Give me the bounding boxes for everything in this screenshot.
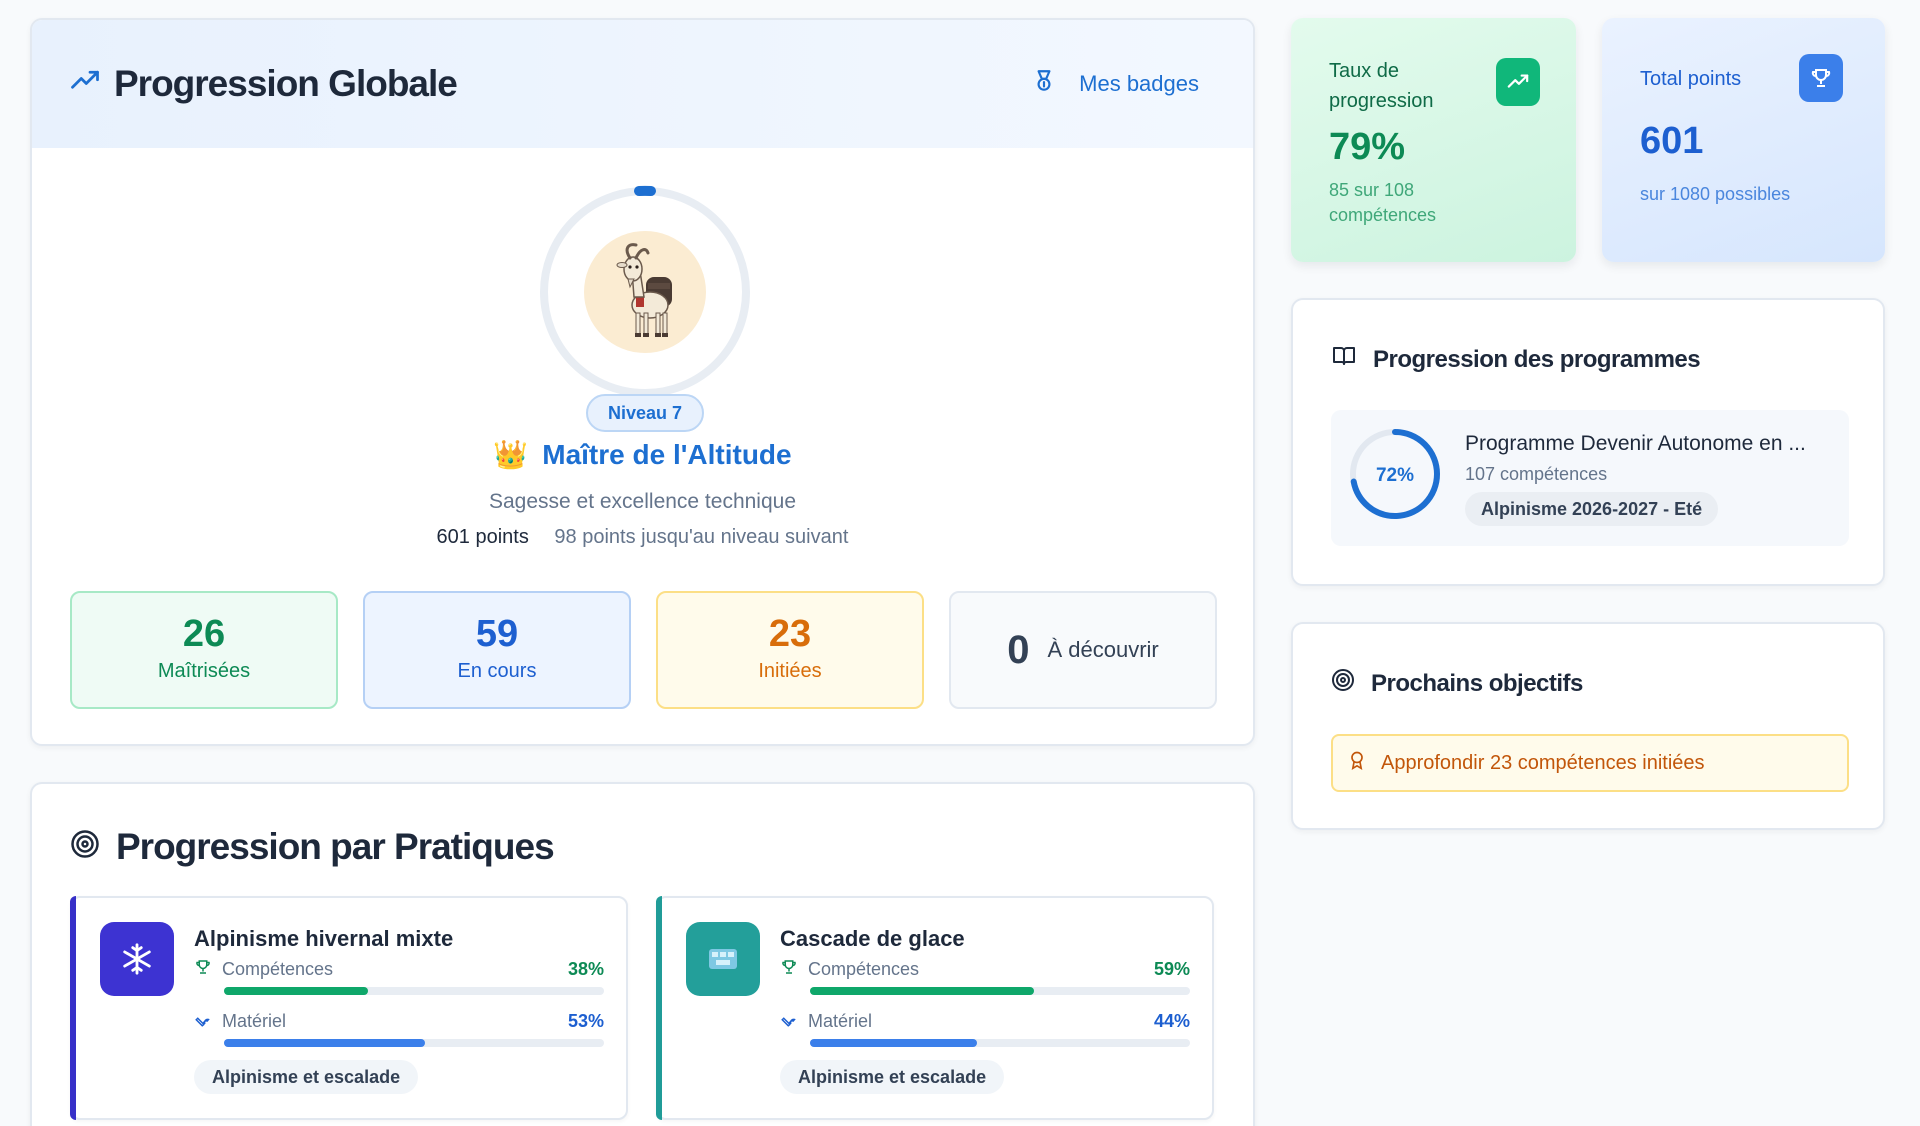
skills-metric: Compétences 38%: [194, 958, 604, 995]
global-progress-card: Progression Globale Mes badges Niveau 7 …: [30, 18, 1255, 746]
next-goals-title-text: Prochains objectifs: [1371, 669, 1583, 697]
equipment-label: Matériel: [222, 1011, 287, 1031]
wrench-icon: [194, 1010, 212, 1033]
equipment-percent: 53%: [567, 1011, 604, 1031]
trending-up-icon: [1496, 58, 1540, 106]
programs-progress-card: Progression des programmes 72% Programme…: [1291, 298, 1885, 586]
equipment-metric: Matériel 53%: [194, 1010, 604, 1047]
rank-subtitle: Sagesse et excellence technique: [488, 490, 797, 513]
progress-rate-detail: 85 sur 108 compétences: [1329, 180, 1437, 225]
stat-initiated-label: Initiées: [758, 660, 822, 682]
practice-category-tag: Alpinisme et escalade: [780, 1060, 1005, 1094]
skills-label: Compétences: [808, 959, 920, 979]
stat-to-discover-value: 0: [1007, 627, 1030, 672]
points-to-next-level: 98 points jusqu'au niveau suivant: [554, 526, 849, 548]
snowflake-icon: [100, 922, 174, 996]
total-points-value: 601: [1640, 120, 1704, 162]
stat-to-discover-label: À découvrir: [1047, 637, 1159, 662]
stat-mastered-label: Maîtrisées: [157, 660, 251, 682]
trending-up-icon: [70, 63, 100, 105]
progress-rate-value: 79%: [1329, 126, 1406, 168]
target-icon: [1331, 668, 1355, 699]
crown-icon: 👑: [493, 439, 529, 470]
skills-progress-fill: [810, 987, 1035, 995]
skills-label: Compétences: [222, 959, 334, 979]
stat-mastered: 26 Maîtrisées: [70, 591, 338, 709]
stat-to-discover: 0 À découvrir: [949, 591, 1217, 709]
program-skill-count: 107 compétences: [1465, 464, 1608, 484]
book-open-icon: [1331, 344, 1357, 375]
total-points-detail: sur 1080 possibles: [1640, 184, 1791, 204]
stat-initiated-value: 23: [768, 613, 812, 655]
practice-name: Cascade de glace: [780, 926, 965, 951]
level-badge: Niveau 7: [586, 394, 704, 432]
ice-icon: [686, 922, 760, 996]
skills-progress-bar: [224, 987, 604, 995]
equipment-progress-fill: [224, 1039, 426, 1047]
stat-mastered-value: 26: [182, 613, 226, 655]
award-icon: [1347, 748, 1367, 778]
equipment-progress-bar: [810, 1039, 1190, 1047]
equipment-percent: 44%: [1153, 1011, 1190, 1031]
total-points-label: Total points: [1640, 68, 1742, 90]
total-points-card: Total points 601 sur 1080 possibles: [1602, 18, 1885, 262]
rank-title-text: Maître de l'Altitude: [542, 438, 792, 470]
stat-in-progress-label: En cours: [457, 660, 537, 682]
program-percent: 72%: [1376, 465, 1414, 486]
skills-metric: Compétences 59%: [780, 958, 1190, 995]
progress-rate-card: Taux de progression 79% 85 sur 108 compé…: [1291, 18, 1576, 262]
trophy-icon: [1799, 54, 1843, 102]
programs-title: Progression des programmes: [1331, 344, 1701, 375]
skills-percent: 38%: [567, 959, 604, 979]
my-badges-link[interactable]: Mes badges: [1031, 67, 1199, 101]
medal-icon: [1031, 67, 1057, 101]
wrench-icon: [780, 1010, 798, 1033]
programs-title-text: Progression des programmes: [1373, 345, 1701, 373]
target-icon: [70, 826, 100, 868]
goal-text: Approfondir 23 compétences initiées: [1381, 751, 1705, 774]
global-progress-title-text: Progression Globale: [114, 63, 458, 104]
my-badges-label: Mes badges: [1079, 71, 1199, 96]
program-item[interactable]: 72% Programme Devenir Autonome en ... 10…: [1331, 410, 1849, 546]
practice-category-tag: Alpinisme et escalade: [194, 1060, 419, 1094]
current-points: 601 points: [436, 526, 529, 548]
global-progress-title: Progression Globale: [70, 63, 458, 105]
skills-percent: 59%: [1153, 959, 1190, 979]
trophy-icon: [780, 958, 798, 981]
points-summary: 601 points 98 points jusqu'au niveau sui…: [32, 526, 1253, 549]
progress-rate-label: Taux de progression: [1329, 60, 1434, 112]
goal-item[interactable]: Approfondir 23 compétences initiées: [1331, 734, 1849, 792]
equipment-metric: Matériel 44%: [780, 1010, 1190, 1047]
equipment-label: Matériel: [808, 1011, 873, 1031]
stat-in-progress: 59 En cours: [363, 591, 631, 709]
program-progress-ring: 72%: [1347, 426, 1443, 522]
rank-title: 👑 Maître de l'Altitude: [32, 438, 1253, 471]
stat-in-progress-value: 59: [475, 613, 519, 655]
practice-name: Alpinisme hivernal mixte: [194, 926, 454, 951]
next-goals-card: Prochains objectifs Approfondir 23 compé…: [1291, 622, 1885, 830]
practice-card-ice-climbing[interactable]: Cascade de glace Compétences 59% Matérie…: [656, 896, 1214, 1120]
practice-card-winter-mixed[interactable]: Alpinisme hivernal mixte Compétences 38%…: [70, 896, 628, 1120]
trophy-icon: [194, 958, 212, 981]
global-progress-header: Progression Globale Mes badges: [32, 20, 1253, 148]
program-season-tag: Alpinisme 2026-2027 - Eté: [1465, 492, 1719, 526]
mountain-goat-icon: [616, 243, 672, 337]
practices-title: Progression par Pratiques: [70, 826, 555, 868]
stat-initiated: 23 Initiées: [656, 591, 924, 709]
equipment-progress-bar: [224, 1039, 604, 1047]
program-name: Programme Devenir Autonome en ...: [1465, 432, 1806, 455]
skills-progress-bar: [810, 987, 1190, 995]
level-progress-ring: [537, 184, 753, 400]
avatar: [584, 231, 706, 353]
equipment-progress-fill: [810, 1039, 978, 1047]
next-goals-title: Prochains objectifs: [1331, 668, 1583, 699]
skills-progress-fill: [224, 987, 369, 995]
practices-progress-card: Progression par Pratiques Alpinisme hive…: [30, 782, 1255, 1126]
practices-title-text: Progression par Pratiques: [116, 826, 555, 867]
